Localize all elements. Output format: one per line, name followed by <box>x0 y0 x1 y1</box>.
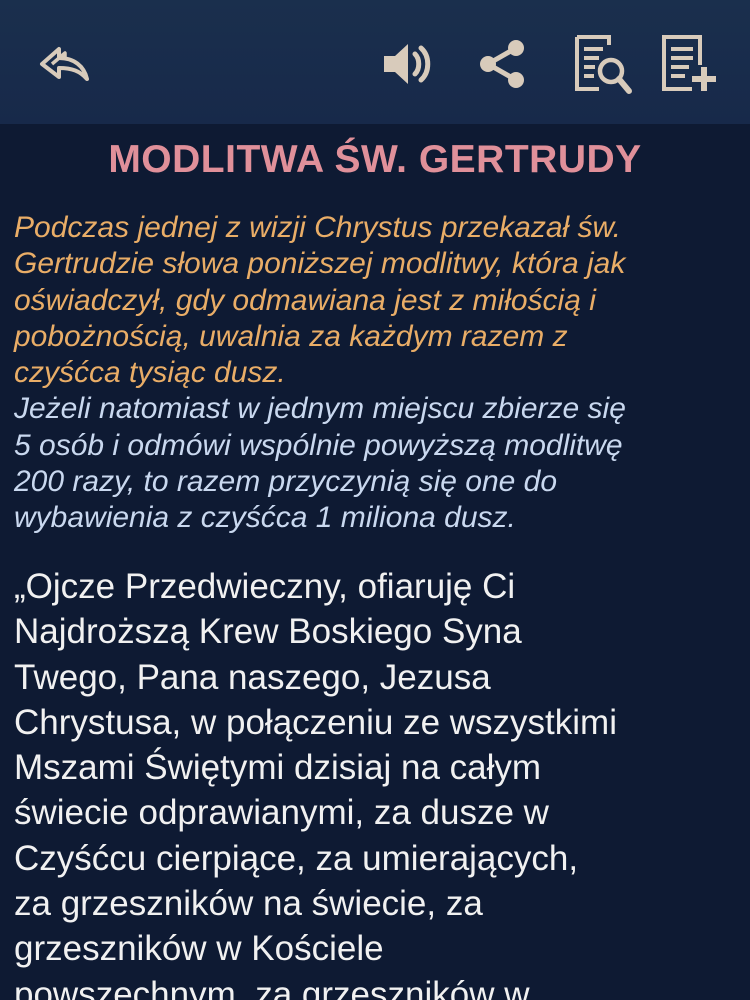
prayer-line: „Ojcze Przedwieczny, ofiaruję Ci <box>14 567 516 606</box>
search-document-button[interactable] <box>566 28 638 100</box>
prayer-line: Mszami Świętymi dzisiaj na całym <box>14 748 542 788</box>
prayer-line: powszechnym, za grzeszników w <box>14 974 530 1000</box>
toolbar <box>0 0 750 124</box>
add-document-button[interactable] <box>651 28 723 100</box>
intro-line: 5 osób i odmówi wspólnie powyższą modlit… <box>14 428 623 462</box>
intro-line: wybawienia z czyśćca 1 miliona dusz. <box>14 501 516 535</box>
reply-arrow-icon <box>40 47 89 81</box>
intro-line: 200 razy, to razem przyczynią się one do <box>14 465 558 499</box>
prayer-text: „Ojcze Przedwieczny, ofiaruję Ci Najdroż… <box>14 564 750 1000</box>
document-add-icon <box>662 35 716 91</box>
intro-line: Podczas jednej z wizji Chrystus przekaza… <box>14 211 621 244</box>
prayer-line: świecie odprawianymi, za dusze w <box>14 793 549 833</box>
speaker-icon <box>384 44 431 84</box>
prayer-line: grzeszników w Kościele <box>14 929 384 969</box>
intro-line: oświadczył, gdy odmawiana jest z miłości… <box>14 283 596 317</box>
share-button[interactable] <box>467 28 539 100</box>
prayer-line: Chrystusa, w połączeniu ze wszystkimi <box>14 702 617 742</box>
intro-text: Podczas jednej z wizji Chrystus przekaza… <box>14 210 744 537</box>
intro-line: Gertrudzie słowa poniższej modlitwy, któ… <box>14 247 626 281</box>
back-button[interactable] <box>28 28 100 100</box>
page-title: MODLITWA ŚW. GERTRUDY <box>108 138 642 181</box>
prayer-line: Twego, Pana naszego, Jezusa <box>14 657 491 697</box>
intro-line: czyśćca tysiąc dusz. <box>14 356 286 390</box>
prayer-content[interactable]: MODLITWA ŚW. GERTRUDY Podczas jednej z w… <box>0 124 750 1000</box>
document-search-icon <box>575 35 632 94</box>
prayer-line: Czyśćcu cierpiące, za umierających, <box>14 838 579 878</box>
prayer-line: Najdroższą Krew Boskiego Syna <box>14 612 522 652</box>
prayer-line: za grzeszników na świecie, za <box>14 884 483 924</box>
intro-line: Jeżeli natomiast w jednym miejscu zbierz… <box>14 392 626 426</box>
share-icon <box>480 40 524 88</box>
sound-button[interactable] <box>370 28 442 100</box>
intro-line: pobożnością, uwalnia za każdym razem z <box>14 319 568 353</box>
